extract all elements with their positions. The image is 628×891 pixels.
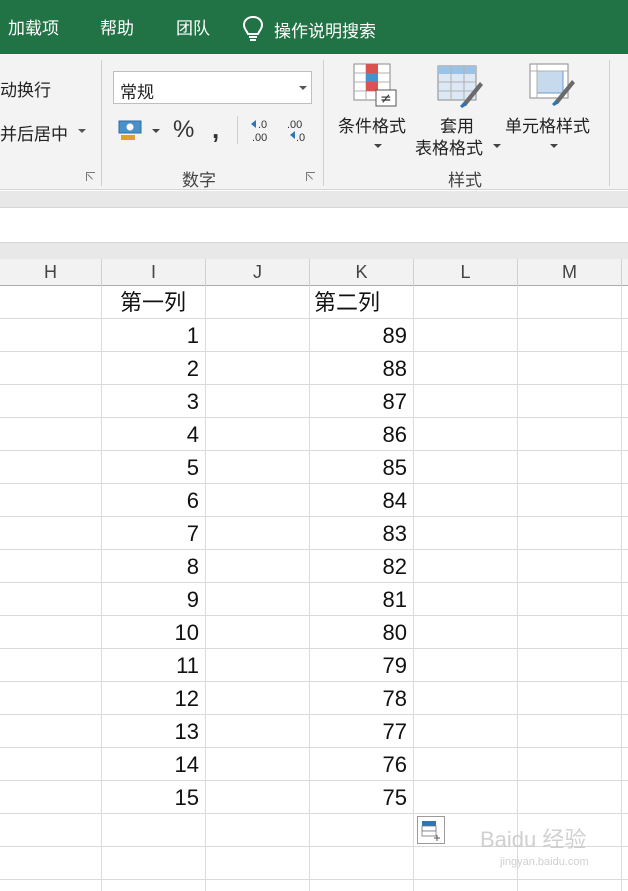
percent-style-button[interactable]: %: [173, 116, 194, 144]
conditional-formatting-icon[interactable]: ≠: [352, 62, 398, 108]
menu-addins[interactable]: 加载项: [8, 18, 59, 40]
number-format-dropdown-icon[interactable]: [299, 86, 307, 90]
menu-team[interactable]: 团队: [176, 18, 210, 40]
column-header-i[interactable]: I: [102, 259, 206, 286]
cell-k-value[interactable]: 85: [310, 451, 414, 484]
svg-text:.0: .0: [296, 132, 305, 144]
comma-style-button[interactable]: ,: [212, 114, 219, 145]
ribbon-bottom-gap: [0, 191, 628, 207]
cell-i-value[interactable]: 13: [102, 715, 206, 748]
cell-k-value[interactable]: 81: [310, 583, 414, 616]
worksheet-grid[interactable]: 第一列 第二列 1 89 2 88 3 87 4 86 5 85 6 84 7 83 8 82 9 81 10 80 1…: [0, 286, 628, 891]
cell-k-value[interactable]: 77: [310, 715, 414, 748]
accounting-format-icon[interactable]: [117, 118, 145, 142]
column-header-k[interactable]: K: [310, 259, 414, 286]
cell-k-value[interactable]: 80: [310, 616, 414, 649]
quick-analysis-icon: [421, 821, 440, 841]
cell-i-value[interactable]: 11: [102, 649, 206, 682]
cell-styles-label[interactable]: 单元格样式: [505, 112, 590, 137]
number-group-label: 数字: [182, 171, 216, 190]
accounting-dropdown-icon[interactable]: [152, 129, 160, 133]
menu-help[interactable]: 帮助: [100, 18, 134, 40]
wrap-text-button[interactable]: 动换行: [0, 76, 51, 101]
cell-k-value[interactable]: 75: [310, 781, 414, 814]
conditional-formatting-label[interactable]: 条件格式: [338, 112, 406, 137]
cell-k-value[interactable]: 84: [310, 484, 414, 517]
cell-i-value[interactable]: 6: [102, 484, 206, 517]
cell-styles-icon[interactable]: [528, 62, 576, 108]
cell-k-value[interactable]: 79: [310, 649, 414, 682]
group-separator: [323, 60, 324, 186]
column-header-h[interactable]: H: [0, 259, 102, 286]
cell-i-value[interactable]: 4: [102, 418, 206, 451]
search-label: 操作说明搜索: [274, 21, 376, 41]
format-as-table-icon[interactable]: [436, 64, 484, 108]
group-separator: [101, 60, 102, 186]
column-header-j[interactable]: J: [206, 259, 310, 286]
watermark-url: jingyan.baidu.com: [500, 856, 589, 868]
cell-i-value[interactable]: 15: [102, 781, 206, 814]
gridline: [0, 879, 628, 880]
cell-i-value[interactable]: 14: [102, 748, 206, 781]
cell-i-value[interactable]: 5: [102, 451, 206, 484]
gridline: [621, 286, 622, 891]
decrease-decimal-icon[interactable]: .00 .0: [283, 118, 311, 144]
group-separator: [609, 60, 610, 186]
svg-text:.00: .00: [252, 132, 267, 144]
number-format-dropdown[interactable]: 常规: [113, 71, 312, 104]
merge-center-button[interactable]: 并后居中: [0, 120, 68, 145]
merge-center-dropdown-icon[interactable]: [78, 129, 86, 133]
cell-k-value[interactable]: 87: [310, 385, 414, 418]
conditional-formatting-dropdown-icon[interactable]: [374, 144, 382, 148]
cell-k-value[interactable]: 76: [310, 748, 414, 781]
column-headers: H I J K L M: [0, 259, 628, 286]
cell-i-value[interactable]: 8: [102, 550, 206, 583]
tell-me-search[interactable]: 操作说明搜索: [240, 14, 376, 44]
cell-i-value[interactable]: 3: [102, 385, 206, 418]
quick-analysis-button[interactable]: [417, 816, 445, 844]
number-divider: [237, 116, 238, 144]
gridline: [517, 286, 518, 891]
cell-styles-dropdown-icon[interactable]: [550, 144, 558, 148]
cell-i-header[interactable]: 第一列: [114, 286, 206, 319]
menu-bar: 加载项 帮助 团队 操作说明搜索: [0, 0, 628, 54]
cell-i-value[interactable]: 10: [102, 616, 206, 649]
styles-group-label: 样式: [448, 171, 482, 190]
column-header-l[interactable]: L: [414, 259, 518, 286]
cell-i-value[interactable]: 9: [102, 583, 206, 616]
cell-i-value[interactable]: 1: [102, 319, 206, 352]
alignment-launcher-icon[interactable]: [86, 172, 95, 181]
cell-k-header[interactable]: 第二列: [308, 286, 412, 319]
column-header-m[interactable]: M: [518, 259, 622, 286]
formula-bar[interactable]: [0, 207, 628, 243]
number-format-value: 常规: [120, 83, 154, 102]
cell-k-value[interactable]: 89: [310, 319, 414, 352]
cell-k-value[interactable]: 83: [310, 517, 414, 550]
increase-decimal-icon[interactable]: .0 .00: [248, 118, 276, 144]
svg-text:.0: .0: [258, 119, 267, 131]
watermark-logo: Baidu 经验: [480, 827, 587, 852]
cell-k-value[interactable]: 82: [310, 550, 414, 583]
cell-i-value[interactable]: 7: [102, 517, 206, 550]
cell-k-value[interactable]: 86: [310, 418, 414, 451]
cell-k-value[interactable]: 78: [310, 682, 414, 715]
format-as-table-dropdown-icon[interactable]: [493, 144, 501, 148]
cell-i-value[interactable]: 12: [102, 682, 206, 715]
column-header-n[interactable]: [622, 259, 628, 286]
ribbon: 动换行 并后居中 数字 % , .0 .00 .00 .0 ≠ 条件格式 套用 …: [0, 54, 628, 190]
format-as-table-label-2[interactable]: 表格格式: [415, 134, 483, 159]
cell-k-value[interactable]: 88: [310, 352, 414, 385]
svg-text:≠: ≠: [380, 91, 392, 107]
lightbulb-icon: [242, 15, 264, 41]
cell-i-value[interactable]: 2: [102, 352, 206, 385]
number-launcher-icon[interactable]: [306, 172, 315, 181]
svg-text:.00: .00: [287, 119, 302, 131]
formula-bar-gap: [0, 243, 628, 259]
